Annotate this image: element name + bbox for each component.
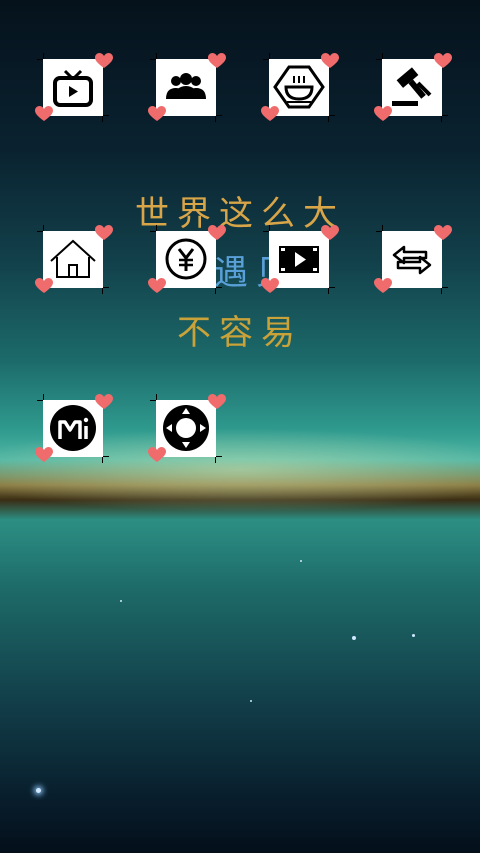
corner-mark [37,400,43,401]
heart-icon [35,106,53,122]
slogan-line-3: 不容易 [177,313,303,353]
corner-mark [43,394,44,400]
heart-icon [321,53,339,69]
corner-mark [441,116,442,122]
corner-mark [102,457,103,463]
heart-icon [35,278,53,294]
corner-mark [441,288,442,294]
corner-mark [215,457,216,463]
heart-icon [434,53,452,69]
corner-mark [269,53,270,59]
heart-icon [95,53,113,69]
heart-icon [261,106,279,122]
corner-mark [43,225,44,231]
heart-icon [208,394,226,410]
corner-mark [102,288,103,294]
corner-mark [156,225,157,231]
corner-mark [263,231,269,232]
corner-mark [329,287,335,288]
corner-mark [328,288,329,294]
corner-mark [216,115,222,116]
corner-mark [442,115,448,116]
corner-mark [43,53,44,59]
star [412,634,415,637]
corner-mark [215,116,216,122]
corner-mark [103,287,109,288]
corner-mark [329,115,335,116]
heart-icon [434,225,452,241]
heart-icon [148,106,166,122]
heart-icon [148,447,166,463]
heart-icon [208,225,226,241]
corner-mark [382,225,383,231]
corner-mark [376,231,382,232]
corner-mark [215,288,216,294]
corner-mark [263,59,269,60]
star [250,700,252,702]
corner-mark [216,287,222,288]
corner-mark [442,287,448,288]
heart-icon [321,225,339,241]
corner-mark [103,115,109,116]
star [36,788,41,793]
corner-mark [156,394,157,400]
heart-icon [374,278,392,294]
corner-mark [150,59,156,60]
corner-mark [156,53,157,59]
slogan-line-1: 世界这么大 [135,194,345,234]
corner-mark [37,59,43,60]
corner-mark [376,59,382,60]
heart-icon [35,447,53,463]
corner-mark [382,53,383,59]
corner-mark [150,231,156,232]
corner-mark [150,400,156,401]
corner-mark [269,225,270,231]
corner-mark [37,231,43,232]
heart-icon [148,278,166,294]
corner-mark [103,456,109,457]
corner-mark [102,116,103,122]
corner-mark [216,456,222,457]
corner-mark [328,116,329,122]
heart-icon [95,225,113,241]
star [352,636,356,640]
star [120,600,122,602]
star [300,560,302,562]
heart-icon [208,53,226,69]
heart-icon [95,394,113,410]
heart-icon [261,278,279,294]
heart-icon [374,106,392,122]
